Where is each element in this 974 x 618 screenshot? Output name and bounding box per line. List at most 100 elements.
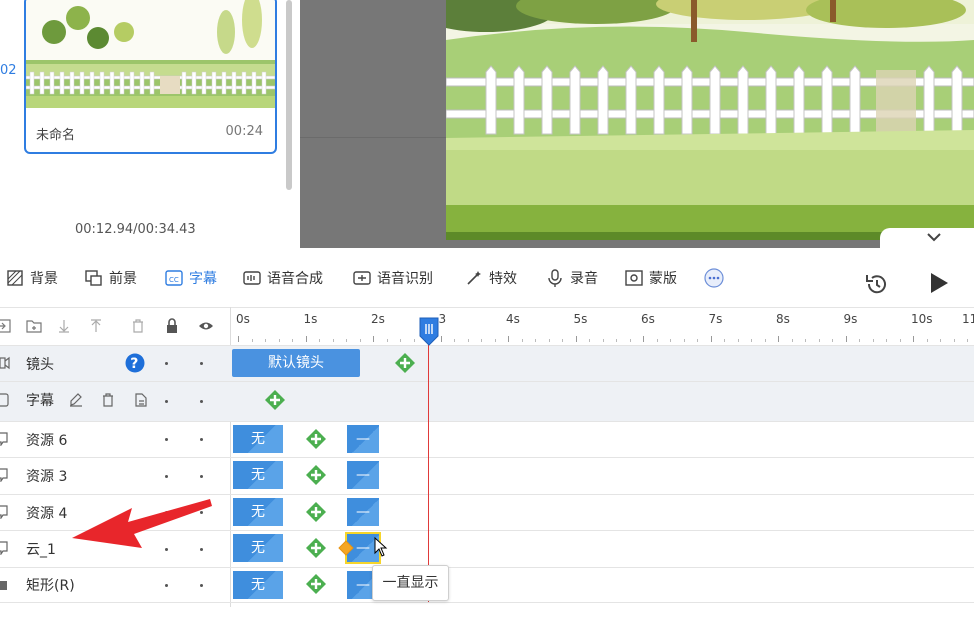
- ruler-tick: [238, 336, 239, 342]
- track-label: 资源 6: [26, 433, 68, 449]
- ruler-tick: [643, 336, 644, 342]
- delete-icon[interactable]: [100, 392, 116, 408]
- import-icon[interactable]: [0, 318, 12, 334]
- canvas-divider: [300, 137, 446, 138]
- microphone-icon: [548, 269, 562, 287]
- ruler-tick: [278, 339, 280, 342]
- ruler-tick: [413, 339, 415, 342]
- mouse-cursor-icon: [374, 537, 388, 557]
- entry-effect-block[interactable]: 无: [233, 498, 283, 526]
- tool-subtitle[interactable]: CC 字幕: [165, 267, 217, 289]
- edit-icon[interactable]: [68, 392, 84, 408]
- scene-index: 02: [0, 63, 17, 78]
- ruler-tick: [845, 336, 847, 342]
- scene-list-scrollbar[interactable]: [286, 0, 292, 190]
- ruler-tick: [764, 339, 766, 342]
- exit-effect-block[interactable]: —: [347, 461, 379, 489]
- ruler-tick-label: 5s: [573, 312, 588, 326]
- default-camera-block[interactable]: 默认镜头: [232, 349, 360, 377]
- ruler-tick: [899, 339, 901, 342]
- ruler-tick: [481, 339, 482, 342]
- camera-icon: [0, 356, 10, 370]
- ruler-tick-label: 10s: [911, 312, 933, 326]
- play-icon[interactable]: [928, 271, 950, 295]
- move-down-icon[interactable]: [56, 318, 72, 334]
- add-keyframe-icon[interactable]: [305, 501, 327, 523]
- ruler-tick: [670, 339, 671, 342]
- add-keyframe-icon[interactable]: [305, 464, 327, 486]
- ruler-tick: [521, 339, 523, 342]
- tool-label: 特效: [489, 271, 517, 287]
- ruler-tick: [886, 339, 887, 342]
- move-up-icon[interactable]: [88, 318, 104, 334]
- more-button[interactable]: [704, 267, 724, 289]
- tool-speech-synthesis[interactable]: 语音合成: [243, 267, 323, 289]
- scene-thumbnail: [26, 0, 275, 108]
- more-icon: [704, 268, 724, 288]
- export-icon[interactable]: [133, 392, 149, 408]
- tool-foreground[interactable]: 前景: [85, 267, 137, 289]
- playhead-line: [428, 340, 429, 602]
- subtitle-track-icon: [0, 393, 9, 407]
- track-row: [0, 457, 974, 494]
- add-keyframe-icon[interactable]: [305, 573, 327, 595]
- add-folder-icon[interactable]: [26, 318, 42, 334]
- ruler-tick: [710, 336, 712, 342]
- scene-card[interactable]: 未命名 00:24: [24, 0, 277, 154]
- ruler-tick-label: 11: [962, 312, 974, 326]
- tool-recording[interactable]: 录音: [546, 267, 598, 289]
- ruler-tick: [953, 339, 955, 342]
- keyframe-diamond-icon[interactable]: [338, 540, 354, 556]
- add-keyframe-icon[interactable]: [394, 352, 416, 374]
- lock-dot[interactable]: [165, 400, 168, 403]
- ruler-tick: [697, 339, 698, 342]
- ruler-tick: [629, 339, 631, 342]
- add-keyframe-icon[interactable]: [305, 428, 327, 450]
- visibility-dot[interactable]: [200, 362, 203, 365]
- ruler-tick: [683, 339, 685, 342]
- lock-dot[interactable]: [165, 584, 168, 587]
- eye-icon[interactable]: [198, 318, 214, 334]
- ruler-tick: [818, 339, 820, 342]
- entry-effect-block[interactable]: 无: [233, 534, 283, 562]
- visibility-dot[interactable]: [200, 475, 203, 478]
- ruler-tick: [251, 339, 253, 342]
- ruler-tick: [386, 339, 388, 342]
- ruler-tick: [791, 339, 793, 342]
- trash-icon[interactable]: [130, 318, 146, 334]
- chevron-down-icon[interactable]: [926, 230, 942, 246]
- lock-icon[interactable]: [164, 318, 180, 334]
- playhead-handle[interactable]: [418, 316, 440, 346]
- add-keyframe-icon[interactable]: [305, 537, 327, 559]
- stage-canvas[interactable]: [446, 0, 974, 240]
- resource-icon: [0, 541, 8, 555]
- ruler-tick: [562, 339, 563, 342]
- help-icon[interactable]: ?: [125, 353, 145, 373]
- lock-dot[interactable]: [165, 438, 168, 441]
- background-icon: [7, 270, 23, 286]
- ruler-tick: [913, 336, 914, 342]
- add-subtitle-icon[interactable]: [264, 389, 286, 411]
- lock-dot[interactable]: [165, 362, 168, 365]
- tool-speech-recognition[interactable]: 语音识别: [353, 267, 433, 289]
- entry-effect-block[interactable]: 无: [233, 425, 283, 453]
- exit-effect-block[interactable]: —: [347, 498, 379, 526]
- visibility-dot[interactable]: [200, 584, 203, 587]
- tool-mask[interactable]: 蒙版: [625, 267, 677, 289]
- history-icon[interactable]: [864, 271, 890, 297]
- exit-effect-block[interactable]: —: [347, 425, 379, 453]
- entry-effect-block[interactable]: 无: [233, 461, 283, 489]
- track-label: 资源 4: [26, 506, 68, 522]
- visibility-dot[interactable]: [200, 438, 203, 441]
- ruler-tick: [872, 339, 874, 342]
- visibility-dot[interactable]: [200, 400, 203, 403]
- tool-effects[interactable]: 特效: [465, 267, 517, 289]
- ruler-tick-label: 1s: [303, 312, 318, 326]
- lock-dot[interactable]: [165, 475, 168, 478]
- ruler-tick-label: 9s: [843, 312, 858, 326]
- track-row-camera: [0, 345, 974, 381]
- tool-label: 蒙版: [649, 271, 677, 287]
- ruler-tick: [616, 339, 617, 342]
- tool-background[interactable]: 背景: [6, 267, 58, 289]
- entry-effect-block[interactable]: 无: [233, 571, 283, 599]
